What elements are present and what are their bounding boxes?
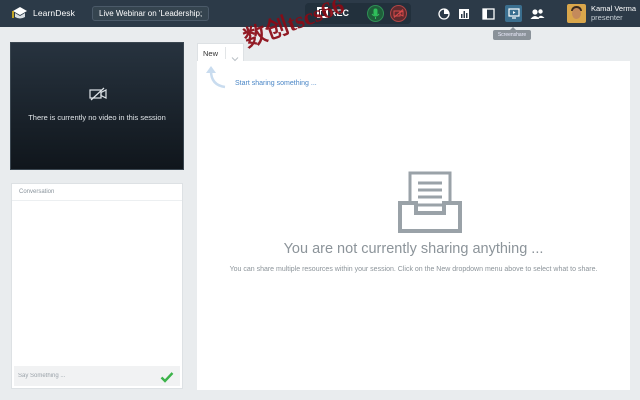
message-input[interactable] [18, 369, 148, 383]
app-name: LearnDesk [33, 8, 76, 18]
conversation-divider [12, 200, 182, 201]
bar-chart-icon [458, 8, 469, 19]
conversation-panel: Conversation [11, 183, 183, 389]
learndesk-logo-icon [12, 6, 28, 20]
avatar-face [572, 8, 581, 19]
no-video-message: There is currently no video in this sess… [28, 113, 166, 122]
user-role: presenter [591, 13, 623, 22]
session-title[interactable]: Live Webinar on 'Leadership; [92, 6, 210, 21]
empty-state-title: You are not currently sharing anything .… [283, 241, 544, 257]
layout-tool[interactable] [480, 5, 497, 22]
checkmark-icon [160, 372, 174, 383]
participants-tool[interactable] [529, 5, 546, 22]
participants-icon [530, 8, 545, 19]
archive-tray-icon [396, 171, 464, 240]
share-hint-link[interactable]: Start sharing something ... [235, 80, 317, 87]
tab-new[interactable]: New [197, 43, 244, 62]
bar-chart-tool[interactable] [455, 5, 472, 22]
send-button[interactable] [160, 370, 174, 383]
user-name: Kamal Verma [591, 4, 637, 13]
camera-off-icon [393, 9, 404, 18]
user-avatar[interactable] [567, 4, 586, 23]
tab-new-label: New [203, 49, 219, 58]
pie-chart-tool[interactable] [435, 5, 452, 22]
microphone-icon [371, 8, 380, 19]
microphone-toggle[interactable] [367, 5, 384, 22]
camera-toggle[interactable] [390, 5, 407, 22]
message-composer [14, 366, 180, 386]
curved-arrow-icon [205, 65, 227, 94]
screenshare-icon [507, 8, 520, 19]
pie-chart-icon [437, 7, 450, 20]
layout-icon [482, 7, 495, 20]
video-panel: There is currently no video in this sess… [10, 42, 184, 170]
share-area: New Start sharing something ... You are … [197, 43, 630, 390]
empty-state-subtitle: You can share multiple resources within … [229, 266, 598, 273]
conversation-title: Conversation [19, 189, 55, 195]
screenshare-tooltip: Screenshare [493, 27, 531, 40]
screenshare-tool[interactable] [505, 5, 522, 22]
chevron-down-icon[interactable] [231, 49, 239, 67]
tab-separator [225, 47, 226, 59]
video-off-icon [89, 87, 107, 106]
app-logo[interactable]: LearnDesk [12, 6, 75, 20]
